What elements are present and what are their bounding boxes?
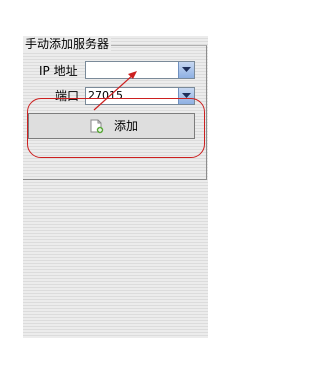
annotation-arrow-icon [93,71,137,111]
